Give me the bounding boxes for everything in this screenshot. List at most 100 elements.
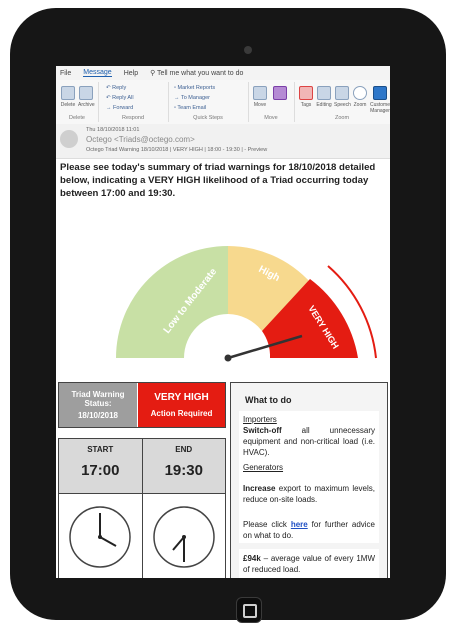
triad-gauge: Low to Moderate High VERY HIGH ACTION RE… — [116, 246, 377, 362]
message-sender[interactable]: Octego <Triads@octego.com> — [86, 135, 195, 144]
ribbon-group-delete: Delete Archive Delete — [56, 82, 99, 122]
tags-button[interactable]: Tags — [298, 86, 314, 108]
trash-icon — [61, 86, 75, 100]
speech-icon — [335, 86, 349, 100]
archive-icon — [79, 86, 93, 100]
quick-step-1-label: Market Reports — [177, 85, 216, 91]
forward-button[interactable]: → Forward — [106, 105, 133, 111]
advice-link[interactable]: here — [291, 520, 308, 529]
start-clock-icon — [69, 505, 131, 568]
start-time: 17:00 — [81, 462, 120, 479]
move-label: Move — [253, 102, 267, 108]
importers-bold: Switch-off — [243, 426, 282, 435]
saving-box: £94k – average value of every 1MW of red… — [239, 549, 379, 578]
onenote-button[interactable] — [272, 86, 288, 102]
quick-step-team-email[interactable]: ▫ Team Email — [174, 105, 206, 111]
ribbon-tabs: File Message Help ⚲ Tell me what you wan… — [56, 66, 390, 80]
avatar — [60, 130, 78, 148]
zoom-icon — [353, 86, 367, 100]
status-level-cell: VERY HIGH Action Required — [138, 383, 225, 427]
reply-label: Reply — [112, 85, 127, 91]
status-label: Triad Warning Status: — [71, 390, 125, 408]
reply-all-label: Reply All — [112, 95, 134, 101]
ribbon-group-zoom: Tags Editing Speech Zoom Customer Manage… — [294, 82, 390, 122]
camera-icon — [244, 46, 252, 54]
group-label-quick-steps: Quick Steps — [193, 115, 223, 121]
status-action: Action Required — [150, 409, 213, 418]
generators-box: Increase export to maximum levels, reduc… — [239, 483, 379, 515]
start-header: START 17:00 — [59, 439, 142, 494]
intro-text: Please see today's summary of triad warn… — [60, 162, 376, 199]
zoom-label: Zoom — [353, 102, 367, 108]
move-icon — [253, 86, 267, 100]
status-level: VERY HIGH — [154, 392, 209, 403]
tab-help[interactable]: Help — [124, 70, 138, 77]
message-header: Thu 18/10/2018 11:01 Octego <Triads@octe… — [56, 124, 390, 159]
saving-text: £94k – average value of every 1MW of red… — [243, 553, 375, 575]
forward-label: Forward — [113, 105, 134, 111]
quick-step-market-reports[interactable]: ▫ Market Reports — [174, 85, 215, 91]
advice-text: Please click here for further advice on … — [243, 519, 375, 541]
speech-button[interactable]: Speech — [334, 86, 351, 108]
group-label-delete: Delete — [69, 115, 85, 121]
status-table: Triad Warning Status: 18/10/2018 VERY HI… — [58, 382, 226, 428]
delete-label: Delete — [60, 102, 76, 108]
archive-label: Archive — [78, 102, 95, 108]
end-label: END — [175, 445, 193, 454]
end-header: END 19:30 — [142, 439, 225, 494]
time-table: START 17:00 END 19:30 — [58, 438, 226, 578]
customer-manager-icon — [373, 86, 387, 100]
start-label: START — [87, 445, 114, 454]
generators-heading: Generators — [243, 463, 284, 472]
home-button[interactable] — [236, 597, 262, 623]
speech-label: Speech — [334, 102, 351, 108]
generators-text: Increase export to maximum levels, reduc… — [243, 483, 375, 505]
gauge-low-segment — [116, 246, 228, 358]
move-button[interactable]: Move — [252, 86, 268, 108]
advice-box: Please click here for further advice on … — [239, 515, 379, 543]
end-column: END 19:30 — [141, 439, 225, 578]
group-label-respond: Respond — [121, 115, 145, 121]
tell-me-label: Tell me what you want to do — [157, 70, 244, 77]
search-icon — [317, 86, 331, 100]
reply-all-button[interactable]: ↶ Reply All — [106, 95, 134, 101]
advice-pre: Please click — [243, 520, 287, 529]
message-subject: Octego Triad Warning 18/10/2018 | VERY H… — [86, 147, 268, 153]
end-clock-icon — [153, 505, 215, 568]
ribbon-group-move: Move Move — [248, 82, 295, 122]
generators-bold: Increase — [243, 484, 276, 493]
saving-bold: £94k — [243, 554, 261, 563]
tab-message[interactable]: Message — [83, 69, 112, 77]
group-label-move: Move — [264, 115, 278, 121]
ribbon-group-quick-steps: ▫ Market Reports → To Manager ▫ Team Ema… — [168, 82, 249, 122]
tell-me-search[interactable]: ⚲ Tell me what you want to do — [150, 69, 243, 77]
ribbon: Delete Archive Delete ↶ Reply ↶ Reply Al… — [56, 80, 390, 125]
start-column: START 17:00 — [59, 439, 142, 578]
customer-manager-label: Customer Manager — [370, 102, 390, 114]
saving-body: – average value of every 1MW of reduced … — [243, 554, 375, 574]
start-clock-cell — [59, 494, 142, 578]
archive-button[interactable]: Archive — [78, 86, 95, 108]
editing-button[interactable]: Editing — [316, 86, 332, 108]
gauge-pivot — [224, 354, 232, 362]
quick-step-to-manager[interactable]: → To Manager — [174, 95, 210, 101]
customer-manager-button[interactable]: Customer Manager — [370, 86, 390, 114]
status-date: 18/10/2018 — [77, 411, 119, 420]
zoom-button[interactable]: Zoom — [352, 86, 368, 108]
message-date: Thu 18/10/2018 11:01 — [86, 127, 140, 133]
importers-heading: Importers — [243, 415, 277, 424]
group-label-zoom: Zoom — [334, 115, 350, 121]
tab-file[interactable]: File — [60, 70, 71, 77]
onenote-icon — [273, 86, 287, 100]
what-to-do-panel: What to do Importers Switch-off all unne… — [230, 382, 388, 578]
quick-step-2-label: To Manager — [180, 95, 210, 101]
flag-icon — [299, 86, 313, 100]
what-to-do-title: What to do — [245, 395, 292, 405]
delete-button[interactable]: Delete — [60, 86, 76, 108]
editing-label: Editing — [316, 102, 332, 108]
quick-step-3-label: Team Email — [177, 105, 207, 111]
importers-box: Importers Switch-off all unnecessary equ… — [239, 411, 379, 483]
end-time: 19:30 — [164, 462, 203, 479]
ribbon-group-respond: ↶ Reply ↶ Reply All → Forward Respond — [98, 82, 169, 122]
reply-button[interactable]: ↶ Reply — [106, 85, 126, 91]
